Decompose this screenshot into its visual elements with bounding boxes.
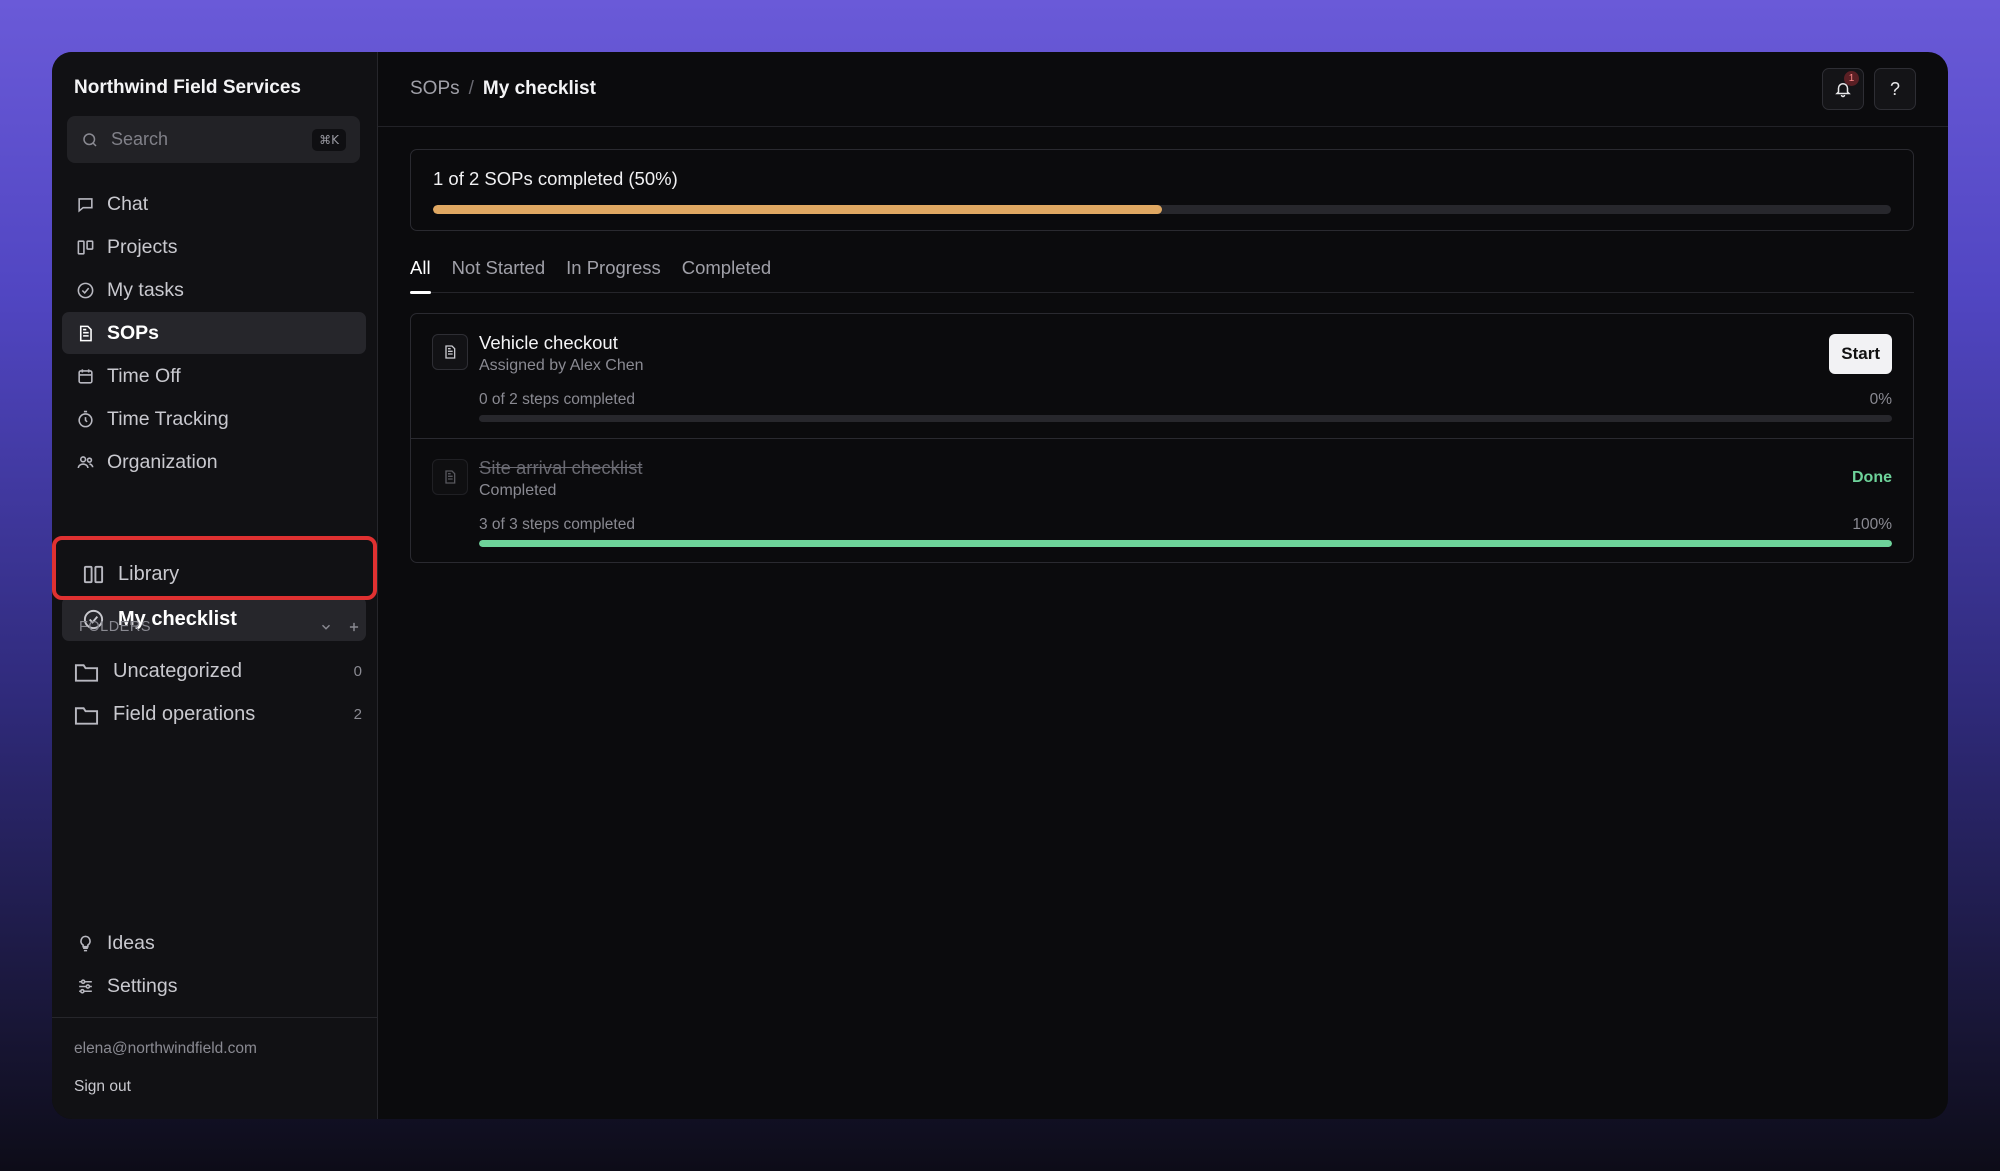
sidebar-item-label: My tasks (107, 278, 184, 301)
check-circle-icon (77, 282, 94, 298)
sidebar-item-organization[interactable]: Organization (62, 441, 366, 483)
overall-progress-fill (433, 205, 1162, 214)
folder-list: Uncategorized 0 Field operations 2 (74, 650, 366, 736)
plus-icon[interactable] (347, 620, 361, 634)
folders-title: FOLDERS (79, 619, 151, 635)
overall-progress-bar (433, 205, 1891, 214)
folder-label: Uncategorized (113, 660, 242, 682)
app-window: Northwind Field Services Search ⌘K Chat … (52, 52, 1948, 1119)
help-button[interactable]: ? (1874, 68, 1916, 110)
tab-all[interactable]: All (410, 253, 431, 294)
search-shortcut: ⌘K (312, 128, 346, 151)
sidebar-item-time-tracking[interactable]: Time Tracking (62, 398, 366, 440)
start-button[interactable]: Start (1829, 334, 1892, 374)
sliders-icon (79, 978, 92, 994)
tab-in-progress[interactable]: In Progress (566, 253, 661, 293)
sidebar-item-projects[interactable]: Projects (62, 226, 366, 268)
done-status: Done (1852, 469, 1892, 486)
folder-count: 0 (353, 663, 362, 680)
sidebar-item-my-tasks[interactable]: My tasks (62, 269, 366, 311)
sidebar-item-label: Chat (107, 192, 149, 215)
sop-steps: 3 of 3 steps completed (479, 516, 635, 533)
sop-title: Vehicle checkout (479, 332, 618, 353)
sidebar-item-label: Settings (107, 974, 178, 997)
document-icon (432, 459, 468, 495)
folders-header: FOLDERS (79, 619, 361, 635)
breadcrumb-sops[interactable]: SOPs (410, 78, 460, 100)
notifications-button[interactable]: 1 (1822, 68, 1864, 110)
search-placeholder: Search (111, 129, 169, 149)
user-email: elena@northwindfield.com (74, 1040, 257, 1057)
main-nav: Chat Projects My tasks SOPs Time Off Tim… (62, 183, 366, 484)
search-icon (83, 132, 97, 147)
sidebar-item-label: Time Off (107, 364, 181, 387)
sop-progress-fill (479, 540, 1892, 547)
breadcrumb-separator: / (468, 78, 474, 99)
calendar-icon (78, 368, 93, 384)
overall-progress-label: 1 of 2 SOPs completed (50%) (433, 168, 678, 189)
sidebar-item-chat[interactable]: Chat (62, 183, 366, 225)
overall-progress-card: 1 of 2 SOPs completed (50%) (410, 149, 1914, 231)
folder-label: Field operations (113, 703, 256, 725)
chevron-down-icon[interactable] (319, 620, 333, 634)
folder-icon (74, 706, 99, 725)
tab-not-started[interactable]: Not Started (452, 253, 546, 293)
folder-field-operations[interactable]: Field operations 2 (74, 693, 366, 736)
sidebar-item-settings[interactable]: Settings (62, 965, 366, 1007)
sidebar-item-label: Projects (107, 235, 178, 258)
main-content: SOPs / My checklist 1 ? 1 of 2 SOPs comp… (378, 52, 1948, 1119)
folder-uncategorized[interactable]: Uncategorized 0 (74, 650, 366, 693)
sop-list: Vehicle checkout Assigned by Alex Chen S… (410, 313, 1914, 563)
sop-progress-bar (479, 415, 1892, 422)
sidebar-item-ideas[interactable]: Ideas (62, 922, 366, 964)
lightbulb-icon (80, 935, 91, 951)
bottom-nav: Ideas Settings (62, 922, 366, 1008)
sop-progress-bar (479, 540, 1892, 547)
search-box[interactable]: Search ⌘K (67, 116, 360, 163)
sop-row-vehicle-checkout[interactable]: Vehicle checkout Assigned by Alex Chen S… (411, 314, 1913, 438)
sidebar-item-sops[interactable]: SOPs (62, 312, 366, 354)
sop-percent: 100% (1852, 516, 1892, 533)
sidebar-item-label: Organization (107, 450, 218, 473)
sop-percent: 0% (1869, 391, 1892, 408)
sop-steps: 0 of 2 steps completed (479, 391, 635, 408)
sidebar-item-label: Ideas (107, 931, 155, 954)
highlight-box (52, 536, 377, 600)
page-title: My checklist (482, 78, 596, 99)
sidebar-item-label: Time Tracking (107, 407, 229, 430)
sop-status: Completed (479, 482, 557, 499)
sidebar-item-label: SOPs (107, 321, 160, 344)
document-icon (432, 334, 468, 370)
filter-tabs: All Not Started In Progress Completed (410, 253, 1914, 294)
stopwatch-icon (78, 410, 93, 427)
sop-assignee: Assigned by Alex Chen (479, 357, 644, 374)
workspace-name[interactable]: Northwind Field Services (74, 77, 301, 99)
sidebar-footer: elena@northwindfield.com Sign out (52, 1017, 377, 1119)
document-icon (79, 325, 92, 341)
sop-row-site-arrival[interactable]: Site arrival checklist Completed Done 3 … (411, 438, 1913, 562)
breadcrumb: SOPs / My checklist (410, 78, 596, 100)
tab-completed[interactable]: Completed (682, 253, 771, 293)
sidebar-item-time-off[interactable]: Time Off (62, 355, 366, 397)
top-bar: SOPs / My checklist 1 ? (378, 52, 1948, 127)
sign-out-link[interactable]: Sign out (74, 1078, 355, 1096)
sop-title: Site arrival checklist (479, 457, 643, 478)
sidebar: Northwind Field Services Search ⌘K Chat … (52, 52, 378, 1119)
folder-count: 2 (353, 706, 362, 723)
notification-badge: 1 (1844, 71, 1859, 86)
people-icon (77, 455, 94, 468)
folder-icon (74, 663, 99, 682)
kanban-icon (77, 239, 94, 255)
chat-icon (78, 197, 93, 212)
